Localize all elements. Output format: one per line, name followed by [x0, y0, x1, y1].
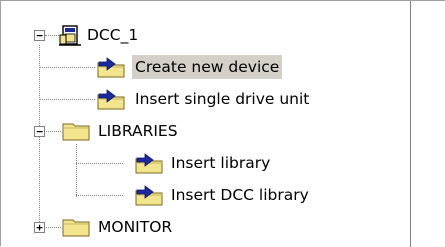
folder-insert-icon	[97, 57, 125, 78]
tree-line	[39, 67, 95, 68]
tree-item-monitor[interactable]: MONITOR	[95, 215, 175, 239]
tree-item-root[interactable]: DCC_1	[84, 23, 141, 47]
tree-item-insert-library[interactable]: Insert library	[168, 151, 273, 175]
folder-icon	[62, 219, 90, 237]
tree-item-libraries[interactable]: LIBRARIES	[95, 119, 181, 143]
root-collapse-button[interactable]: −	[34, 30, 45, 41]
monitor-expand-button[interactable]: +	[34, 222, 45, 233]
libraries-collapse-button[interactable]: −	[34, 126, 45, 137]
tree-item-insert-dcc-library[interactable]: Insert DCC library	[168, 183, 312, 207]
tree-edge	[410, 1, 411, 247]
project-tree: − DCC_1 Create new device Insert single …	[0, 0, 445, 247]
folder-insert-icon	[135, 153, 163, 174]
drive-device-icon	[59, 25, 81, 46]
tree-item-insert-single-drive-unit[interactable]: Insert single drive unit	[132, 87, 312, 111]
tree-line	[76, 144, 77, 197]
tree-line	[76, 195, 123, 196]
tree-line	[39, 99, 95, 100]
monitor-expander-glyph: +	[36, 221, 43, 234]
root-expander-glyph: −	[36, 29, 43, 42]
folder-icon	[62, 123, 90, 141]
libraries-expander-glyph: −	[36, 125, 43, 138]
tree-line	[76, 163, 123, 164]
tree-item-create-new-device[interactable]: Create new device	[132, 55, 283, 79]
folder-insert-icon	[97, 89, 125, 110]
folder-insert-icon	[135, 185, 163, 206]
